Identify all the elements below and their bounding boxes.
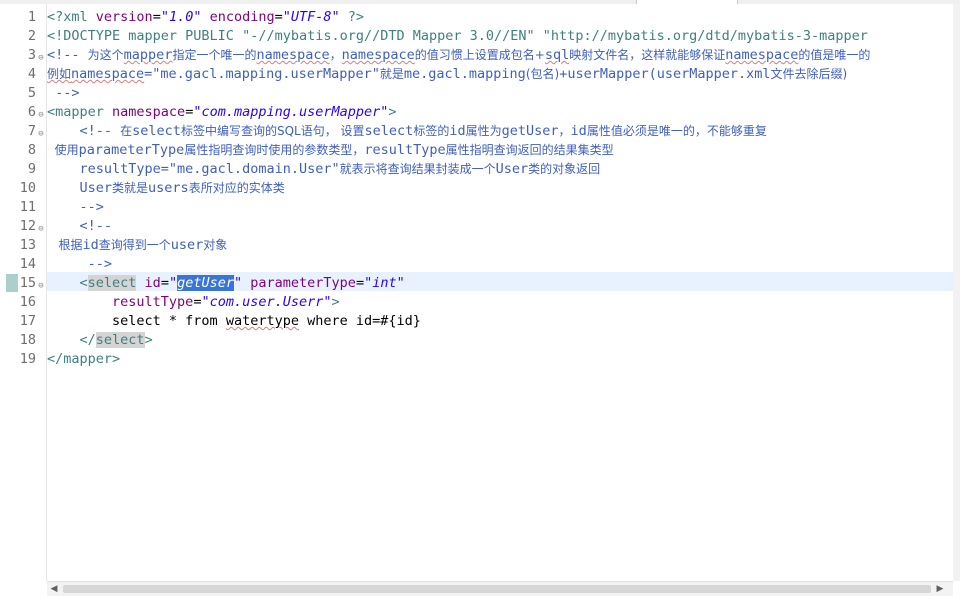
line-number: 2 [27, 28, 36, 44]
code-line-19: </mapper> [47, 351, 121, 367]
line-number: 12 [19, 218, 36, 234]
line-number: 18 [19, 332, 36, 348]
line-number: 11 [19, 199, 36, 215]
fold-toggle-icon[interactable]: ⊖ [37, 54, 45, 63]
code-line-15: <select id="getUser" parameterType="int" [47, 275, 405, 291]
code-line-10: User类就是users表所对应的实体类 [47, 180, 285, 196]
line-number: 16 [19, 294, 36, 310]
code-line-14: --> [47, 256, 113, 272]
code-line-11: --> [47, 199, 104, 215]
fold-toggle-icon[interactable]: ⊖ [37, 130, 45, 139]
code-line-4: 例如namespace="me.gacl.mapping.userMapper"… [47, 66, 848, 82]
code-line-2: <!DOCTYPE mapper PUBLIC "-//mybatis.org/… [47, 28, 868, 44]
line-number: 8 [27, 142, 36, 158]
line-number: 3 [27, 47, 36, 63]
code-line-1: <?xml version="1.0" encoding="UTF-8" ?> [47, 9, 365, 25]
code-line-7: <!-- 在select标签中编写查询的SQL语句， 设置select标签的id… [47, 123, 767, 139]
line-number: 17 [19, 313, 36, 329]
code-line-13: 根据id查询得到一个user对象 [47, 237, 228, 253]
code-line-18: </select> [47, 332, 153, 348]
code-line-3: <!-- 为这个mapper指定一个唯一的namespace，namespace… [47, 47, 871, 63]
line-number: 6 [27, 104, 36, 120]
fold-toggle-icon[interactable]: ⊖ [37, 225, 45, 234]
line-number: 19 [19, 351, 36, 367]
fold-toggle-icon[interactable]: ⊖ [37, 282, 45, 291]
line-number: 15 [19, 275, 36, 291]
line-number: 7 [27, 123, 36, 139]
code-line-16: resultType="com.user.Userr"> [47, 294, 340, 310]
vertical-scrollbar[interactable] [953, 4, 960, 581]
code-line-8: 使用parameterType属性指明查询时使用的参数类型，resultType… [47, 142, 614, 158]
line-number: 10 [19, 180, 36, 196]
code-editor[interactable]: <?xml version="1.0" encoding="UTF-8" ?> … [47, 4, 953, 581]
line-number: 4 [27, 66, 36, 82]
code-line-12: <!-- [47, 218, 113, 234]
fold-toggle-icon[interactable]: ⊖ [37, 111, 45, 120]
line-number: 5 [27, 85, 36, 101]
selected-text: getUser [177, 275, 234, 291]
code-line-9: resultType="me.gacl.domain.User"就表示将查询结果… [47, 161, 601, 177]
line-number: 14 [19, 256, 36, 272]
scroll-right-icon[interactable]: ▶ [933, 582, 947, 596]
line-number: 13 [19, 237, 36, 253]
line-number: 1 [27, 9, 36, 25]
code-line-17: select * from watertype where id=#{id} [47, 313, 421, 329]
code-line-6: <mapper namespace="com.mapping.userMappe… [47, 104, 397, 120]
horizontal-scroll-thumb[interactable] [63, 585, 931, 593]
line-number: 9 [27, 161, 36, 177]
horizontal-scrollbar[interactable]: ◀ ▶ [47, 581, 953, 596]
line-number-gutter: 1 2 3 4 5 6 7 8 9 10 11 12 13 14 15 16 1… [0, 4, 47, 581]
scroll-left-icon[interactable]: ◀ [47, 582, 61, 596]
code-line-5: --> [47, 85, 80, 101]
